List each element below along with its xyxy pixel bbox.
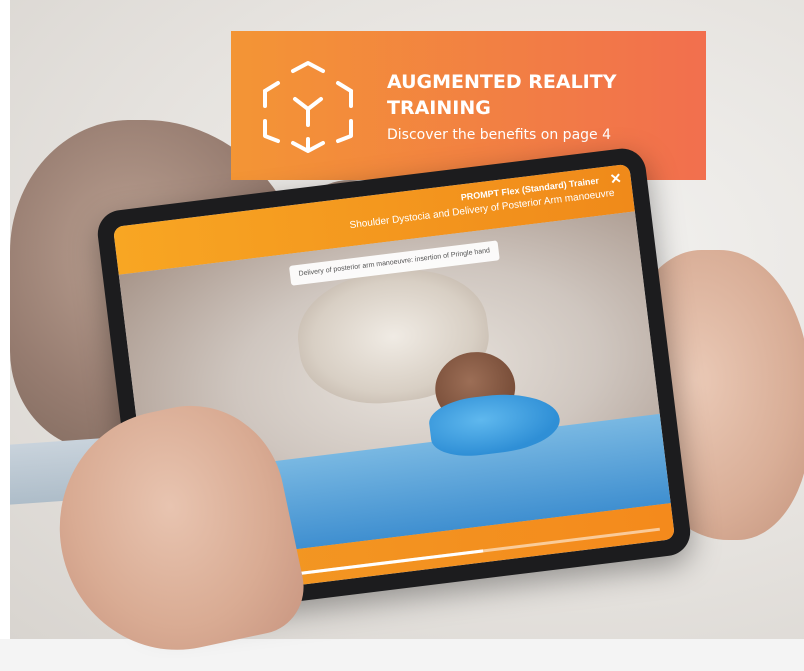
banner-subtitle: Discover the benefits on page 4 xyxy=(387,126,612,143)
banner-title: AUGMENTED REALITY TRAINING xyxy=(387,70,617,119)
close-button[interactable]: ✕ xyxy=(608,170,624,187)
ar-cube-icon xyxy=(263,60,353,153)
left-frame xyxy=(0,0,10,639)
